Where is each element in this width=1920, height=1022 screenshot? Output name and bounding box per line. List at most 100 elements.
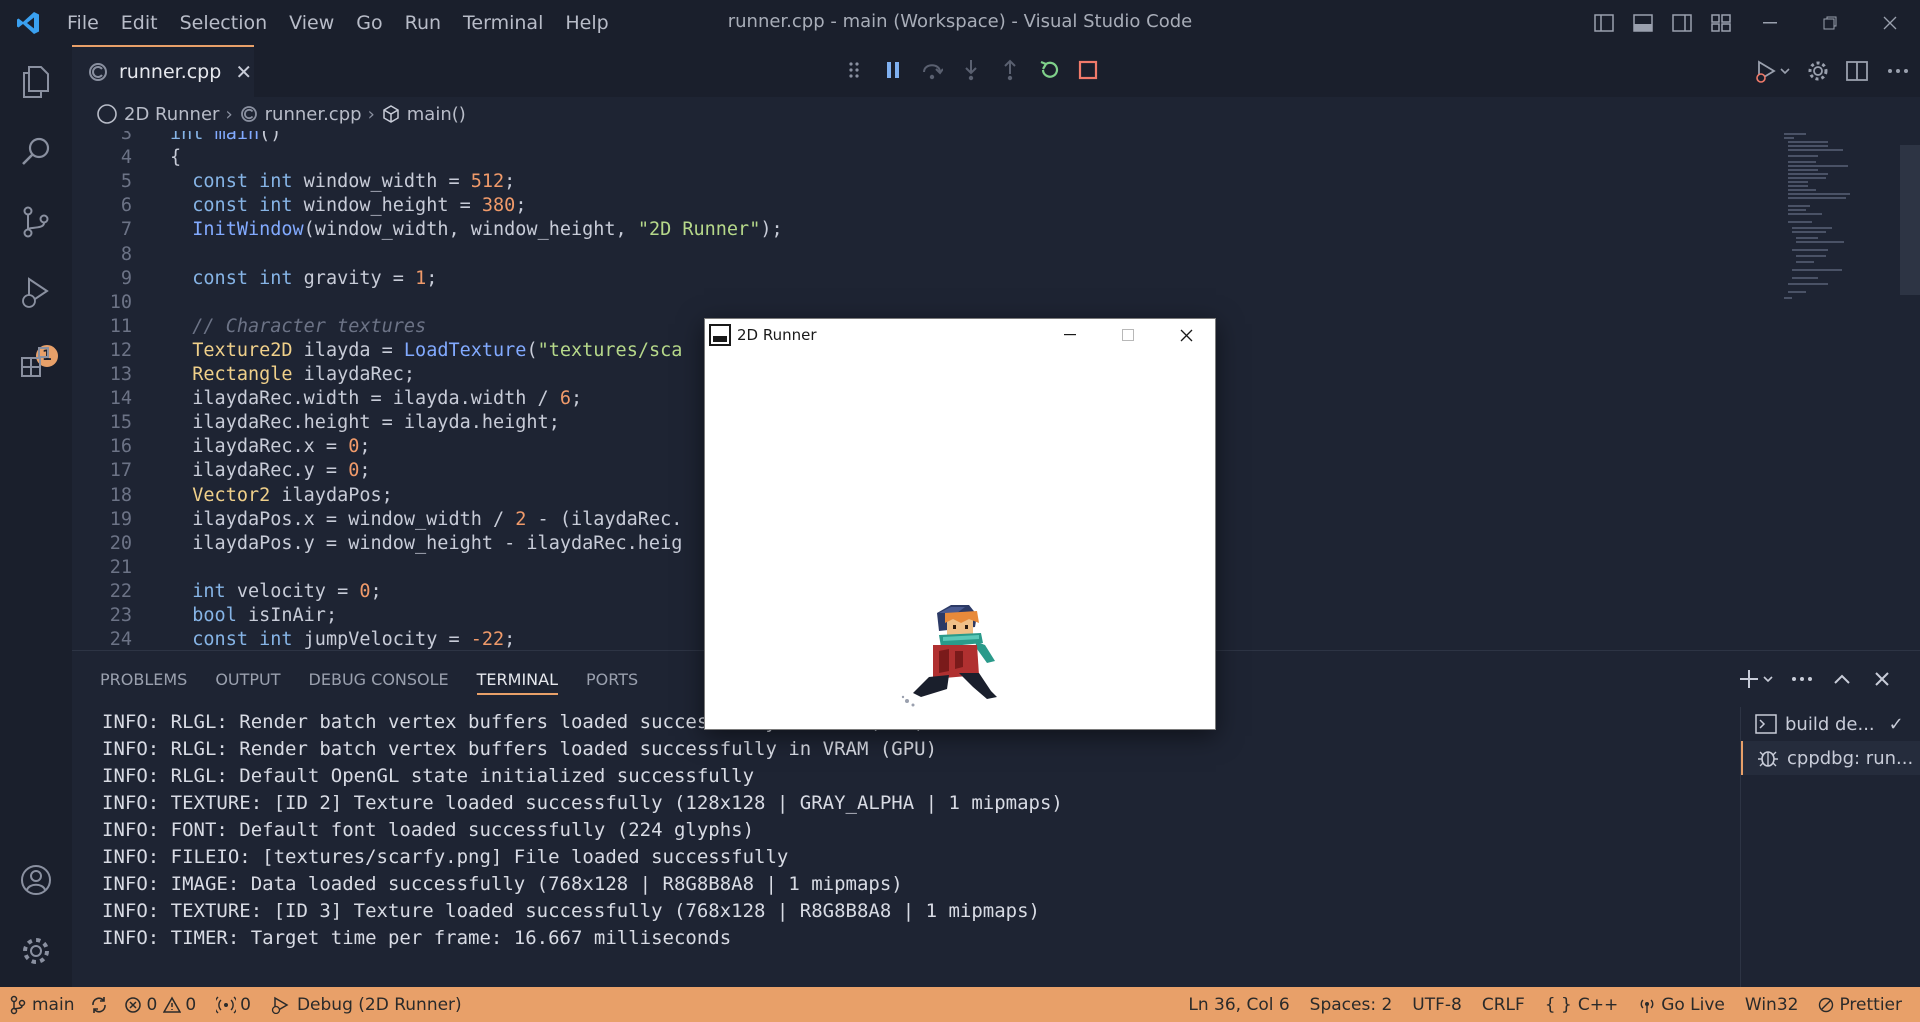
go-live-button[interactable]: Go Live bbox=[1628, 987, 1735, 1022]
close-panel-icon[interactable] bbox=[1862, 659, 1902, 699]
prettier-button[interactable]: Prettier bbox=[1808, 987, 1912, 1022]
new-terminal-dropdown-icon[interactable] bbox=[1732, 659, 1782, 699]
tab-debug-console[interactable]: DEBUG CONSOLE bbox=[295, 651, 463, 707]
game-window-title: 2D Runner bbox=[737, 326, 817, 344]
language-mode[interactable]: { } C++ bbox=[1535, 987, 1628, 1022]
ports-indicator[interactable]: 0 bbox=[206, 987, 261, 1022]
run-debug-icon[interactable] bbox=[0, 257, 72, 327]
branch-indicator[interactable]: main bbox=[0, 987, 84, 1022]
terminal-line: INFO: TIMER: Target time per frame: 16.6… bbox=[102, 927, 732, 949]
problems-indicator[interactable]: 0 0 bbox=[114, 987, 206, 1022]
menu-edit[interactable]: Edit bbox=[110, 0, 169, 45]
code-text: { bbox=[170, 146, 181, 170]
menu-run[interactable]: Run bbox=[394, 0, 452, 45]
code-token: const int bbox=[192, 629, 304, 650]
editor-scrollbar[interactable] bbox=[1900, 145, 1920, 295]
debug-launch-indicator[interactable]: Debug (2D Runner) bbox=[261, 987, 472, 1022]
panel-tabs: PROBLEMS OUTPUT DEBUG CONSOLE TERMINAL P… bbox=[86, 651, 652, 707]
tab-problems[interactable]: PROBLEMS bbox=[86, 651, 201, 707]
code-token: jumpVelocity = bbox=[303, 629, 471, 650]
code-token: 380 bbox=[481, 195, 516, 217]
extensions-icon[interactable] bbox=[0, 327, 72, 397]
tab-runner-cpp[interactable]: runner.cpp ✕ bbox=[72, 45, 254, 97]
run-debug-dropdown-icon[interactable] bbox=[1748, 49, 1798, 94]
code-token: int bbox=[170, 131, 215, 144]
breadcrumb-symbol[interactable]: main() bbox=[381, 104, 466, 125]
drag-handle-icon[interactable] bbox=[834, 50, 873, 90]
terminal-output[interactable]: INFO: RLGL: Render batch vertex buffers … bbox=[102, 709, 1063, 952]
terminal-line: INFO: RLGL: Render batch vertex buffers … bbox=[102, 738, 938, 760]
game-window[interactable]: 2D Runner bbox=[704, 318, 1216, 730]
source-control-icon[interactable] bbox=[0, 187, 72, 257]
panel-more-icon[interactable] bbox=[1782, 659, 1822, 699]
tab-ports[interactable]: PORTS bbox=[572, 651, 652, 707]
menu-go[interactable]: Go bbox=[345, 0, 393, 45]
game-minimize-icon[interactable] bbox=[1041, 319, 1099, 351]
menu-view[interactable]: View bbox=[278, 0, 345, 45]
restart-icon[interactable] bbox=[1029, 50, 1068, 90]
breadcrumb-folder[interactable]: 2D Runner bbox=[96, 103, 219, 125]
restore-icon[interactable] bbox=[1800, 0, 1860, 45]
step-over-icon[interactable] bbox=[912, 50, 951, 90]
step-into-icon[interactable] bbox=[951, 50, 990, 90]
toggle-panel-icon[interactable] bbox=[1623, 0, 1662, 45]
end-of-line[interactable]: CRLF bbox=[1472, 987, 1535, 1022]
accounts-icon[interactable] bbox=[0, 845, 72, 915]
menu-selection[interactable]: Selection bbox=[169, 0, 279, 45]
code-token: 1 bbox=[415, 267, 427, 289]
minimap[interactable] bbox=[1780, 131, 1870, 650]
code-token: 0 bbox=[348, 436, 360, 458]
encoding[interactable]: UTF-8 bbox=[1402, 987, 1472, 1022]
toggle-secondary-sidebar-icon[interactable] bbox=[1662, 0, 1701, 45]
terminal-list: build de... ✓ cppdbg: run... bbox=[1740, 707, 1920, 988]
game-close-icon[interactable] bbox=[1157, 319, 1215, 351]
terminal-item-cppdbg[interactable]: cppdbg: run... bbox=[1741, 741, 1920, 775]
line-number: 8 bbox=[120, 243, 132, 265]
indentation[interactable]: Spaces: 2 bbox=[1300, 987, 1403, 1022]
cursor-position[interactable]: Ln 36, Col 6 bbox=[1178, 987, 1299, 1022]
line-number: 24 bbox=[109, 629, 132, 650]
tab-close-icon[interactable]: ✕ bbox=[235, 60, 252, 84]
platform[interactable]: Win32 bbox=[1735, 987, 1809, 1022]
toggle-primary-sidebar-icon[interactable] bbox=[1584, 0, 1623, 45]
terminal-item-build[interactable]: build de... ✓ bbox=[1741, 707, 1920, 741]
code-text: InitWindow(window_width, window_height, … bbox=[170, 218, 782, 242]
code-token: "textures/sca bbox=[537, 339, 683, 361]
search-icon[interactable] bbox=[0, 117, 72, 187]
customize-layout-icon[interactable] bbox=[1701, 0, 1740, 45]
menu-terminal[interactable]: Terminal bbox=[452, 0, 554, 45]
breadcrumb-file[interactable]: runner.cpp bbox=[239, 104, 362, 125]
game-window-titlebar[interactable]: 2D Runner bbox=[705, 319, 1215, 351]
line-number: 10 bbox=[109, 291, 132, 313]
game-maximize-icon[interactable] bbox=[1099, 319, 1157, 351]
code-text: int main() bbox=[170, 131, 281, 146]
tab-terminal[interactable]: TERMINAL bbox=[463, 651, 572, 707]
code-token: ilaydaRec.width = ilayda.width / bbox=[170, 388, 560, 410]
code-token: gravity = bbox=[303, 267, 416, 289]
settings-gear-icon[interactable] bbox=[0, 916, 72, 986]
maximize-panel-icon[interactable] bbox=[1822, 659, 1862, 699]
code-text: ilaydaRec.height = ilayda.height; bbox=[170, 411, 560, 435]
code-token: - (ilaydaRec. bbox=[526, 508, 683, 530]
step-out-icon[interactable] bbox=[990, 50, 1029, 90]
debug-settings-gear-icon[interactable] bbox=[1798, 49, 1837, 94]
menu-file[interactable]: File bbox=[56, 0, 110, 45]
minimize-icon[interactable] bbox=[1740, 0, 1800, 45]
more-actions-icon[interactable] bbox=[1876, 49, 1920, 94]
stop-icon[interactable] bbox=[1068, 50, 1107, 90]
menu-help[interactable]: Help bbox=[554, 0, 619, 45]
line-number: 13 bbox=[109, 364, 132, 385]
split-editor-icon[interactable] bbox=[1837, 49, 1876, 94]
explorer-icon[interactable] bbox=[0, 47, 72, 117]
code-token: ilaydaRec; bbox=[303, 364, 416, 385]
line-number: 21 bbox=[109, 556, 132, 578]
code-line: 5 const int window_width = 512; bbox=[72, 170, 1772, 194]
sync-icon[interactable] bbox=[84, 987, 114, 1022]
tab-output[interactable]: OUTPUT bbox=[201, 651, 294, 707]
close-window-icon[interactable] bbox=[1860, 0, 1920, 45]
code-token: bool bbox=[192, 605, 248, 626]
pause-icon[interactable] bbox=[873, 50, 912, 90]
